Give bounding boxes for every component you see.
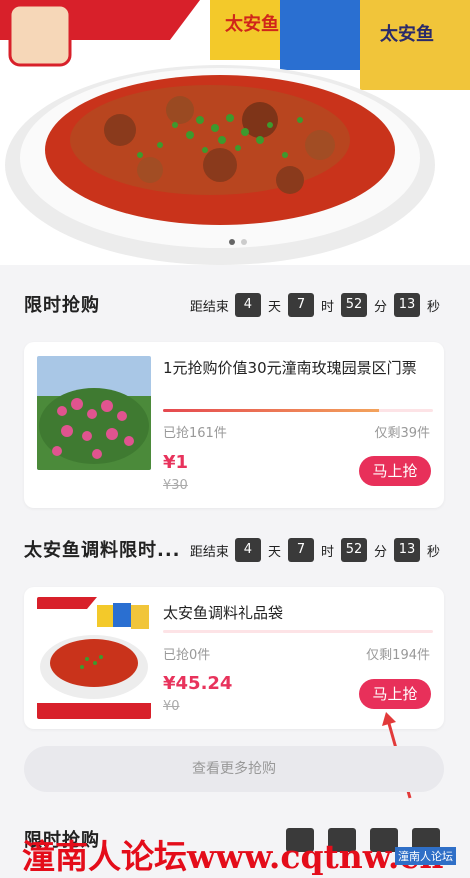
product-image-rose-garden[interactable] (37, 356, 151, 470)
countdown-minutes: 52 (340, 293, 367, 317)
sales-progress-bar (163, 630, 433, 633)
countdown-label: 距结束 (189, 299, 229, 315)
countdown-timer: 距结束 4 天 7 时 52 分 13 秒 (190, 293, 440, 317)
product-title: 1元抢购价值30元潼南玫瑰园景区门票 (163, 359, 417, 377)
watermark-tag: 潼南人论坛 (395, 847, 456, 865)
countdown-seconds: 13 (393, 538, 420, 562)
view-more-flash-sales-button[interactable]: 查看更多抢购 (24, 746, 444, 792)
svg-text:太安鱼: 太安鱼 (225, 13, 279, 35)
remaining-count: 仅剩194件 (366, 648, 430, 663)
product-image-seasoning-bag[interactable] (37, 597, 151, 719)
svg-text:太安鱼: 太安鱼 (380, 23, 434, 45)
countdown-hours-unit: 时 (320, 299, 334, 315)
countdown-hours: 7 (287, 293, 314, 317)
countdown-timer: 距结束 4 天 7 时 52 分 13 秒 (190, 538, 440, 562)
countdown-days: 4 (234, 538, 261, 562)
remaining-count: 仅剩39件 (374, 426, 430, 441)
original-price: ¥0 (163, 699, 180, 714)
countdown-days-unit: 天 (267, 544, 281, 560)
section-title: 限时抢购 (24, 295, 100, 316)
countdown-seconds-unit: 秒 (426, 544, 440, 560)
countdown-minutes-unit: 分 (373, 544, 387, 560)
flash-sale-section-header: 限时抢购 距结束 4 天 7 时 52 分 13 秒 (0, 283, 470, 323)
buy-now-button[interactable]: 马上抢 (359, 456, 431, 486)
countdown-hours: 7 (287, 538, 314, 562)
countdown-minutes-unit: 分 (373, 299, 387, 315)
flash-sale-section-header: 太安鱼调料限时... 距结束 4 天 7 时 52 分 13 秒 (0, 528, 470, 568)
product-card[interactable]: 1元抢购价值30元潼南玫瑰园景区门票 已抢161件 仅剩39件 ¥1 ¥30 马… (24, 342, 444, 508)
countdown-seconds-unit: 秒 (426, 299, 440, 315)
watermark-text: 潼南人论坛www.cqtnw.cn (22, 837, 444, 876)
product-title: 太安鱼调料礼品袋 (163, 604, 284, 622)
sold-count: 已抢161件 (163, 426, 227, 441)
original-price: ¥30 (163, 478, 188, 493)
sales-progress-bar (163, 409, 433, 412)
sales-progress-fill (163, 409, 379, 412)
countdown-days: 4 (234, 293, 261, 317)
sale-price: ¥45.24 (163, 673, 233, 694)
countdown-minutes: 52 (340, 538, 367, 562)
sale-price: ¥1 (163, 452, 189, 473)
hero-banner-image[interactable]: 太安鱼 太安鱼 (0, 0, 470, 265)
countdown-days-unit: 天 (267, 299, 281, 315)
section-title: 太安鱼调料限时... (24, 540, 181, 561)
countdown-label: 距结束 (189, 544, 229, 560)
sold-count: 已抢0件 (163, 648, 211, 663)
product-card[interactable]: 太安鱼调料礼品袋 已抢0件 仅剩194件 ¥45.24 ¥0 马上抢 (24, 587, 444, 729)
buy-now-button[interactable]: 马上抢 (359, 679, 431, 709)
countdown-hours-unit: 时 (320, 544, 334, 560)
countdown-seconds: 13 (393, 293, 420, 317)
